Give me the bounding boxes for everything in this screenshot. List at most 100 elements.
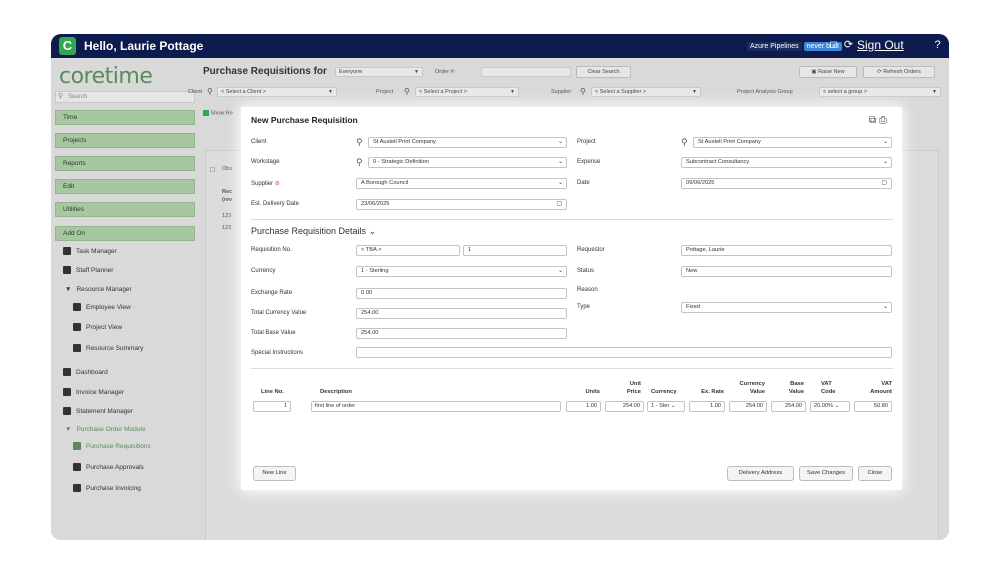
supplier-filter-select[interactable]: < Select a Supplier > ▼ bbox=[591, 87, 701, 97]
panel-text: Rec bbox=[222, 189, 233, 195]
sidebar-item-purchase-invoicing[interactable]: Purchase Invoicing bbox=[73, 484, 141, 492]
sidebar-item-resource-summary[interactable]: Resource Summary bbox=[73, 344, 143, 352]
sidebar-item-purchase-approvals[interactable]: Purchase Approvals bbox=[73, 463, 144, 471]
date-input[interactable]: 09/06/2025 ▢ bbox=[681, 178, 892, 189]
units-input[interactable]: 1.00 bbox=[566, 401, 601, 412]
save-changes-button[interactable]: Save Changes bbox=[799, 466, 853, 481]
supplier-filter-label: Supplier bbox=[551, 89, 572, 95]
col-unit-price-1: Unit bbox=[629, 381, 641, 387]
sidebar-item-employee-view[interactable]: Employee View bbox=[73, 303, 131, 311]
nav-reports[interactable]: Reports bbox=[55, 156, 195, 171]
dialog-toolbar: ⧉ ⎙ bbox=[869, 115, 887, 126]
sidebar-item-project-view[interactable]: Project View bbox=[73, 323, 122, 331]
requestor-label: Requestor bbox=[577, 247, 605, 253]
chevron-down-icon: ▼ bbox=[692, 89, 697, 95]
search-icon[interactable]: ⚲ bbox=[404, 87, 410, 96]
sidebar-item-purchase-order-module[interactable]: ▼ Purchase Order Module bbox=[65, 426, 145, 433]
type-select[interactable]: Fixed ⌄ bbox=[681, 302, 892, 313]
eye-off-icon[interactable]: ⊘ bbox=[275, 181, 280, 187]
client-select[interactable]: St Austell Print Company ⌄ bbox=[368, 137, 567, 148]
details-section-title[interactable]: Purchase Requisition Details ⌄ bbox=[251, 226, 376, 237]
sidebar-item-staff-planner[interactable]: Staff Planner bbox=[63, 266, 113, 274]
vat-code-select[interactable]: 20.00% ⌄ bbox=[810, 401, 850, 412]
sidebar-item-dashboard[interactable]: Dashboard bbox=[63, 368, 108, 376]
search-icon[interactable]: ⚲ bbox=[681, 137, 688, 147]
nav-add-on[interactable]: Add On bbox=[55, 226, 195, 241]
module-icon bbox=[73, 323, 81, 331]
project-filter-label: Project bbox=[376, 89, 394, 95]
caret-down-icon: ▼ bbox=[65, 286, 72, 293]
nav-utilities[interactable]: Utilities bbox=[55, 202, 195, 217]
client-filter-select[interactable]: < Select a Client > ▼ bbox=[217, 87, 337, 97]
brand-logo: coretime bbox=[59, 64, 153, 89]
close-button[interactable]: Close bbox=[858, 466, 892, 481]
checkbox-icon bbox=[203, 110, 209, 116]
project-label: Project bbox=[577, 139, 596, 145]
panel-text: 123 bbox=[222, 225, 232, 231]
coretime-logo-icon: C bbox=[59, 37, 76, 55]
delivery-address-button[interactable]: Delivery Address bbox=[727, 466, 794, 481]
sidebar-search-input[interactable]: ⚲ Search bbox=[55, 91, 195, 103]
special-instructions-input[interactable] bbox=[356, 347, 892, 358]
azure-pipelines-label: Azure Pipelines bbox=[747, 41, 802, 51]
ex-rate-input[interactable]: 1.00 bbox=[689, 401, 725, 412]
show-checkbox[interactable]: Show Re bbox=[203, 110, 233, 116]
requisition-no-label: Requisition No. bbox=[251, 247, 292, 253]
sidebar-item-task-manager[interactable]: Task Manager bbox=[63, 247, 117, 255]
currency-value-input[interactable]: 254.00 bbox=[729, 401, 767, 412]
expense-select[interactable]: Subcontract Consultancy ⌄ bbox=[681, 157, 892, 168]
refresh-icon[interactable]: ⟳ bbox=[842, 39, 855, 52]
requisitions-for-select[interactable]: Everyone ▼ bbox=[335, 67, 423, 77]
total-currency-value-label: Total Currency Value bbox=[251, 310, 307, 316]
workstage-select[interactable]: 0 - Strategic Definition ⌄ bbox=[368, 157, 567, 168]
copy-icon[interactable]: ⧉ bbox=[869, 115, 876, 126]
est-delivery-date-input[interactable]: 23/06/2025 ▢ bbox=[356, 199, 567, 210]
vat-amount-input[interactable]: 50.80 bbox=[854, 401, 892, 412]
print-icon[interactable]: ⎙ bbox=[879, 115, 887, 126]
search-icon[interactable]: ⚲ bbox=[356, 157, 363, 167]
new-purchase-requisition-dialog: New Purchase Requisition ⧉ ⎙ Client ⚲ St… bbox=[241, 107, 902, 490]
exchange-rate-input[interactable]: 0.00 bbox=[356, 288, 567, 299]
module-icon bbox=[63, 388, 71, 396]
module-icon bbox=[63, 368, 71, 376]
new-line-button[interactable]: New Line bbox=[253, 466, 296, 481]
help-icon[interactable]: ? bbox=[931, 39, 944, 52]
dialog-title: New Purchase Requisition bbox=[251, 115, 358, 125]
clear-search-button[interactable]: Clear Search bbox=[576, 66, 631, 78]
supplier-select[interactable]: A Borough Council ⌄ bbox=[356, 178, 567, 189]
unit-price-input[interactable]: 254.00 bbox=[605, 401, 644, 412]
sidebar-item-resource-manager[interactable]: ▼ Resource Manager bbox=[65, 286, 132, 293]
nav-time[interactable]: Time bbox=[55, 110, 195, 125]
col-vat-amount-2: Amount bbox=[870, 389, 892, 395]
col-line-no: Line No. bbox=[261, 389, 284, 395]
reason-label: Reason bbox=[577, 287, 598, 293]
divider bbox=[251, 219, 893, 220]
order-number-input[interactable] bbox=[481, 67, 571, 77]
document-icon[interactable]: □ bbox=[827, 39, 840, 52]
sidebar-item-invoice-manager[interactable]: Invoice Manager bbox=[63, 388, 124, 396]
sign-out-link[interactable]: Sign Out bbox=[857, 38, 904, 52]
raise-new-button[interactable]: ▣ Raise New bbox=[799, 66, 857, 78]
sidebar-item-statement-manager[interactable]: Statement Manager bbox=[63, 407, 133, 415]
currency-select[interactable]: 1 - Sterling ⌄ bbox=[356, 266, 567, 277]
order-number-label: Order #: bbox=[435, 69, 456, 75]
chevron-down-icon: ▼ bbox=[510, 89, 515, 95]
search-icon[interactable]: ⚲ bbox=[207, 87, 213, 96]
sidebar-item-purchase-requisitions[interactable]: Purchase Requisitions bbox=[73, 442, 151, 450]
search-icon[interactable]: ⚲ bbox=[580, 87, 586, 96]
calendar-icon: ▢ bbox=[556, 201, 562, 207]
project-select[interactable]: St Austell Print Company ⌄ bbox=[693, 137, 892, 148]
nav-projects[interactable]: Projects bbox=[55, 133, 195, 148]
chevron-down-icon: ⌄ bbox=[882, 304, 888, 310]
nav-edit[interactable]: Edit bbox=[55, 179, 195, 194]
refresh-orders-button[interactable]: ⟳ Refresh Orders bbox=[863, 66, 935, 78]
client-label: Client bbox=[251, 139, 267, 145]
project-filter-select[interactable]: < Select a Project > ▼ bbox=[415, 87, 519, 97]
description-input[interactable]: first line of order bbox=[311, 401, 561, 412]
currency-line-select[interactable]: 1 - Ster ⌄ bbox=[647, 401, 685, 412]
line-no-input[interactable]: 1 bbox=[253, 401, 291, 412]
col-currency-value-2: Value bbox=[749, 389, 765, 395]
base-value-input[interactable]: 254.00 bbox=[771, 401, 806, 412]
project-analysis-group-select[interactable]: < select a group > ▼ bbox=[819, 87, 941, 97]
search-icon[interactable]: ⚲ bbox=[356, 137, 363, 147]
